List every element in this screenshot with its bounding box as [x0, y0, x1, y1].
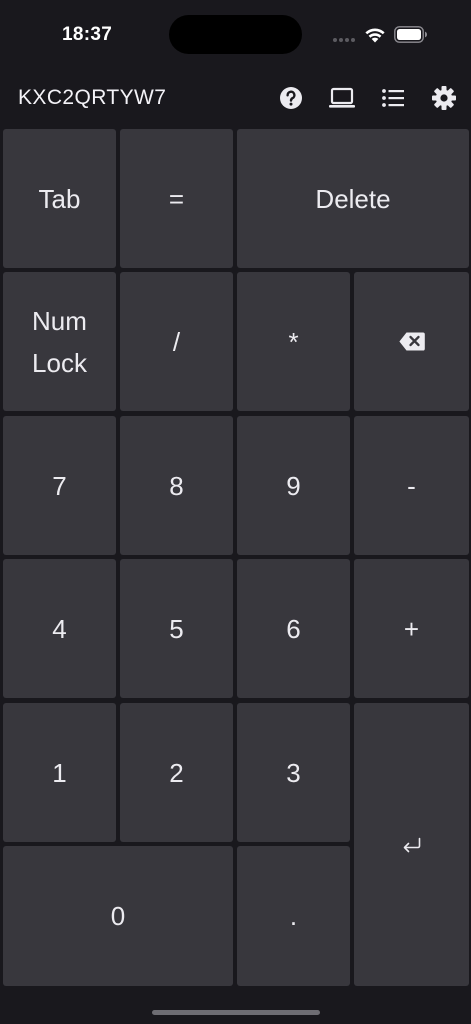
key-label: Num Lock	[32, 305, 87, 378]
key-divide[interactable]: /	[120, 272, 233, 411]
key-label: 1	[52, 757, 67, 788]
key-tab[interactable]: Tab	[3, 129, 116, 268]
key-4[interactable]: 4	[3, 559, 116, 698]
key-label: /	[172, 326, 181, 357]
key-label: .	[289, 901, 298, 931]
key-label: +	[403, 613, 420, 644]
key-enter[interactable]	[354, 703, 469, 986]
key-6[interactable]: 6	[237, 559, 350, 698]
key-9[interactable]: 9	[237, 416, 350, 555]
key-minus[interactable]: -	[354, 416, 469, 555]
key-label: 8	[169, 470, 184, 501]
screen: 18:37 KXC2QRTYW7 Tab = Delete Num Lock /…	[0, 0, 471, 1024]
help-icon	[280, 87, 302, 109]
backspace-icon	[398, 332, 425, 351]
key-label: *	[288, 326, 299, 357]
key-label: =	[168, 183, 185, 214]
help-button[interactable]	[277, 84, 305, 112]
key-label: 9	[286, 470, 301, 501]
key-backspace[interactable]	[354, 272, 469, 411]
cellular-signal-icon	[333, 38, 355, 42]
key-3[interactable]: 3	[237, 703, 350, 842]
key-plus[interactable]: +	[354, 559, 469, 698]
wifi-icon	[365, 28, 385, 43]
key-label: -	[407, 470, 416, 501]
key-num-lock[interactable]: Num Lock	[3, 272, 116, 411]
home-indicator[interactable]	[152, 1010, 320, 1015]
key-multiply[interactable]: *	[237, 272, 350, 411]
battery-icon	[394, 26, 427, 43]
status-bar: 18:37	[0, 0, 471, 70]
settings-button[interactable]	[430, 84, 458, 112]
laptop-button[interactable]	[328, 84, 356, 112]
key-label: 7	[52, 470, 67, 501]
key-5[interactable]: 5	[120, 559, 233, 698]
key-label: 4	[52, 613, 67, 644]
list-button[interactable]	[379, 84, 407, 112]
key-8[interactable]: 8	[120, 416, 233, 555]
laptop-icon	[329, 87, 355, 108]
key-0[interactable]: 0	[3, 846, 233, 986]
key-1[interactable]: 1	[3, 703, 116, 842]
key-label: 6	[286, 613, 301, 644]
key-7[interactable]: 7	[3, 416, 116, 555]
app-header: KXC2QRTYW7	[0, 70, 471, 126]
key-label: 0	[110, 901, 126, 931]
key-equals[interactable]: =	[120, 129, 233, 268]
list-icon	[382, 89, 404, 107]
key-label: Tab	[38, 183, 81, 214]
dynamic-island	[169, 15, 302, 54]
key-label: 2	[169, 757, 184, 788]
status-time: 18:37	[62, 24, 113, 45]
key-2[interactable]: 2	[120, 703, 233, 842]
key-label: 5	[169, 613, 184, 644]
key-delete[interactable]: Delete	[237, 129, 469, 268]
numeric-keypad: Tab = Delete Num Lock / * 7 8 9 - 4 5 6 …	[3, 129, 469, 986]
key-label: 3	[286, 757, 301, 788]
key-decimal[interactable]: .	[237, 846, 350, 986]
device-id: KXC2QRTYW7	[18, 86, 167, 109]
enter-icon	[403, 837, 420, 852]
key-label: Delete	[315, 183, 391, 214]
gear-icon	[432, 86, 456, 110]
